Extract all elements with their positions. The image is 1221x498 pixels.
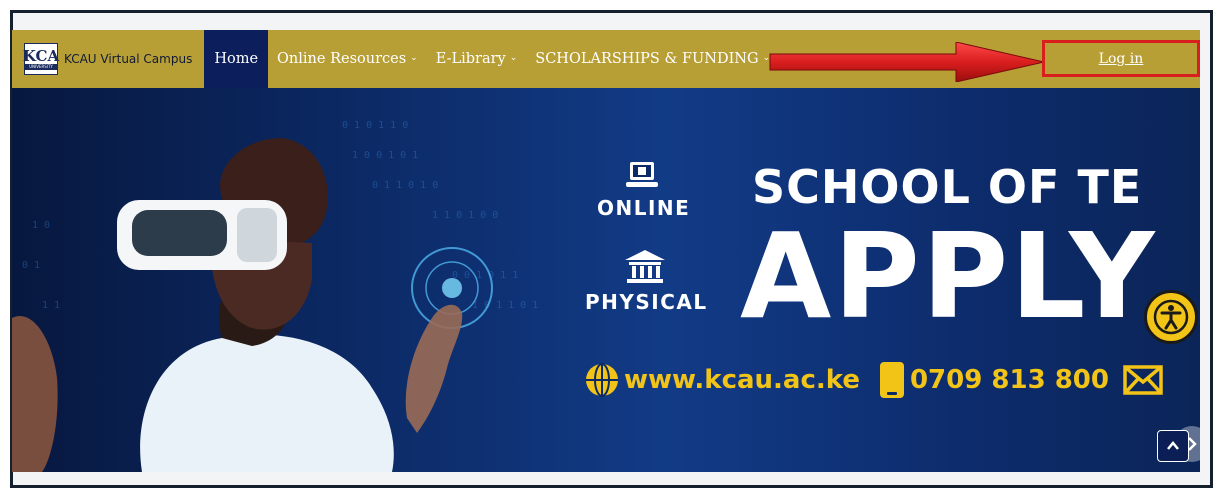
svg-text:1 0 0 1 0 1: 1 0 0 1 0 1 [352,150,418,161]
svg-text:1 0 1 1 0 1: 1 0 1 1 0 1 [472,300,538,311]
svg-text:0 0 1 0 1 1: 0 0 1 0 1 1 [452,270,518,281]
mode-physical: PHYSICAL [585,248,708,314]
kca-logo-mark: KCA UNIVERSITY [22,43,60,75]
nav-online-resources-label: Online Resources [277,51,407,67]
svg-text:0 1 1 0 1 0: 0 1 1 0 1 0 [372,180,438,191]
logo-subtitle: UNIVERSITY [25,64,57,70]
brand-logo[interactable]: KCA UNIVERSITY KCAU Virtual Campus [12,30,204,88]
hero-headline: SCHOOL OF TE [752,160,1143,214]
accessibility-icon [1153,299,1189,335]
institution-icon [625,250,665,283]
mode-online: ONLINE [597,158,691,220]
nav-e-library[interactable]: E-Library ⌄ [427,30,527,88]
login-highlight-box[interactable]: Log in [1042,40,1200,77]
mail-icon [1123,365,1163,395]
svg-text:1 1: 1 1 [42,300,60,311]
online-label: ONLINE [597,196,691,220]
annotation-arrow [769,42,1045,82]
nav-home-label: Home [214,51,259,67]
login-link[interactable]: Log in [1099,51,1144,67]
phone-text: 0709 813 800 [909,365,1109,395]
brand-name: KCAU Virtual Campus [64,52,193,66]
phone-icon [879,362,904,398]
svg-text:0 1: 0 1 [22,260,40,271]
svg-text:0 1 0 1 1 0: 0 1 0 1 1 0 [342,120,408,131]
nav-e-library-label: E-Library [435,51,506,67]
nav-home[interactable]: Home [204,30,269,88]
nav-scholarships-label: SCHOLARSHIPS & FUNDING [535,51,759,67]
svg-text:1 1 0 1 0 0: 1 1 0 1 0 0 [432,210,498,221]
chevron-down-icon: ⌄ [509,53,518,63]
top-navbar: KCA UNIVERSITY KCAU Virtual Campus Home … [12,30,1200,88]
physical-label: PHYSICAL [585,290,708,314]
svg-text:1 0: 1 0 [32,220,50,231]
logo-letters: KCA [22,47,60,65]
nav-scholarships[interactable]: SCHOLARSHIPS & FUNDING ⌄ [526,30,779,88]
laptop-icon [626,162,658,187]
scroll-to-top-button[interactable] [1157,430,1189,462]
hero-banner: 0 1 0 1 1 0 1 0 0 1 0 1 0 1 1 0 1 0 1 1 0 … [12,88,1200,472]
accessibility-button[interactable] [1144,290,1198,344]
website-text: www.kcau.ac.ke [624,365,860,395]
chevron-down-icon: ⌄ [410,53,418,63]
apply-heading: APPLY [740,207,1157,345]
nav-online-resources[interactable]: Online Resources ⌄ [268,30,427,88]
contact-row: www.kcau.ac.ke 0709 813 800 [584,360,1163,400]
globe-icon [586,363,618,397]
chevron-up-icon [1167,441,1179,450]
